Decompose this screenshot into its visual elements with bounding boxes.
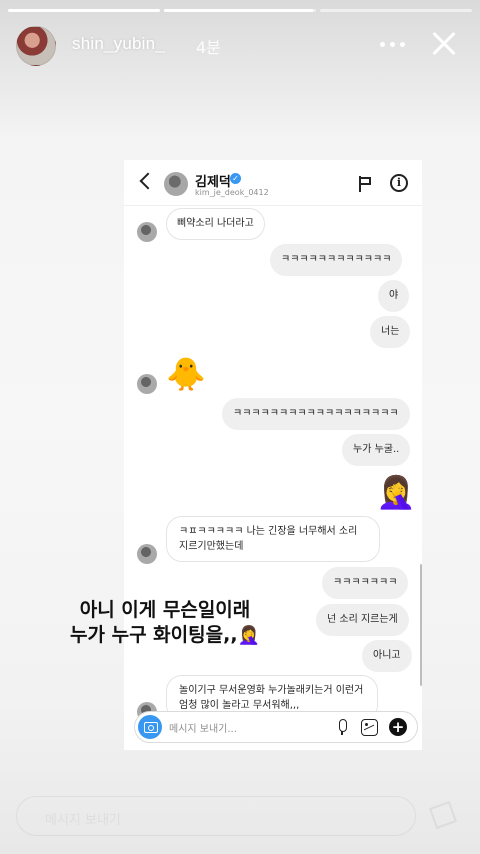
progress-segment bbox=[8, 9, 160, 12]
message-sent: 아니고 bbox=[362, 640, 412, 672]
dm-contact-handle: kim_je_deok_0412 bbox=[195, 188, 269, 197]
gallery-icon bbox=[361, 719, 378, 736]
message-received: 삐약소리 나더라고 bbox=[166, 208, 265, 240]
dm-header: 김제덕 ✓ kim_je_deok_0412 i bbox=[124, 160, 422, 206]
close-icon[interactable] bbox=[426, 26, 462, 62]
message-input-placeholder: 메시지 보내기... bbox=[169, 724, 237, 735]
message-sent: 야 bbox=[378, 280, 410, 312]
microphone-icon bbox=[337, 719, 347, 735]
info-icon: i bbox=[390, 174, 408, 192]
more-horizontal-icon[interactable] bbox=[378, 28, 408, 58]
dm-avatar-small bbox=[137, 544, 157, 564]
chick-emoji: 🐥 bbox=[166, 355, 206, 393]
username[interactable]: shin_yubin_ bbox=[72, 34, 165, 54]
facepalm-emoji: 🤦‍♀️ bbox=[376, 473, 416, 511]
dm-avatar-small bbox=[137, 374, 157, 394]
post-time: 4분 bbox=[196, 38, 221, 57]
progress-segment bbox=[320, 9, 472, 12]
dm-avatar bbox=[164, 172, 188, 196]
message-sent: 너는 bbox=[370, 316, 411, 348]
flag-icon bbox=[358, 176, 372, 192]
message-sent: 누가 누굴.. bbox=[342, 434, 411, 466]
plus-icon: + bbox=[389, 718, 407, 736]
reply-input[interactable]: 메시지 보내기 bbox=[16, 796, 416, 836]
chevron-left-icon bbox=[139, 172, 157, 190]
dm-screenshot: 김제덕 ✓ kim_je_deok_0412 i 삐약소리 나더라고 ㅋㅋㅋㅋㅋ… bbox=[124, 160, 422, 750]
avatar[interactable] bbox=[16, 26, 56, 66]
caption-line-2-text: 누가 누구 화이팅을,, bbox=[70, 624, 238, 646]
camera-icon bbox=[138, 715, 162, 739]
facepalm-emoji: 🤦‍♀️ bbox=[237, 625, 260, 646]
message-sent: ㅋㅋㅋㅋㅋㅋㅋㅋㅋㅋㅋㅋ bbox=[270, 244, 403, 276]
reply-placeholder: 메시지 보내기 bbox=[45, 813, 121, 828]
story-progress bbox=[8, 9, 472, 12]
scrollbar bbox=[420, 564, 422, 686]
message-sent: ㅋㅋㅋㅋㅋㅋㅋㅋㅋㅋㅋㅋㅋㅋㅋㅋㅋㅋ bbox=[222, 398, 410, 430]
message-received: ㅋㅍㅋㅋㅋㅋㅋ 나는 긴장을 너무해서 소리 지르기만했는데 bbox=[166, 516, 380, 562]
dm-avatar-small bbox=[137, 222, 157, 242]
dm-composer: 메시지 보내기... + bbox=[134, 711, 418, 743]
caption-line-1: 아니 이게 무슨일이래 bbox=[79, 599, 251, 621]
message-sent: ㅋㅋㅋㅋㅋㅋㅋ bbox=[322, 567, 409, 599]
progress-segment bbox=[164, 9, 316, 12]
caption-line-2: 누가 누구 화이팅을,,🤦‍♀️ bbox=[50, 623, 280, 648]
message-sent: 넌 소리 지르는게 bbox=[316, 604, 409, 636]
story-header: shin_yubin_ 4분 bbox=[14, 24, 470, 66]
story-caption: 아니 이게 무슨일이래 누가 누구 화이팅을,,🤦‍♀️ bbox=[50, 598, 280, 648]
verified-badge-icon: ✓ bbox=[230, 173, 241, 184]
